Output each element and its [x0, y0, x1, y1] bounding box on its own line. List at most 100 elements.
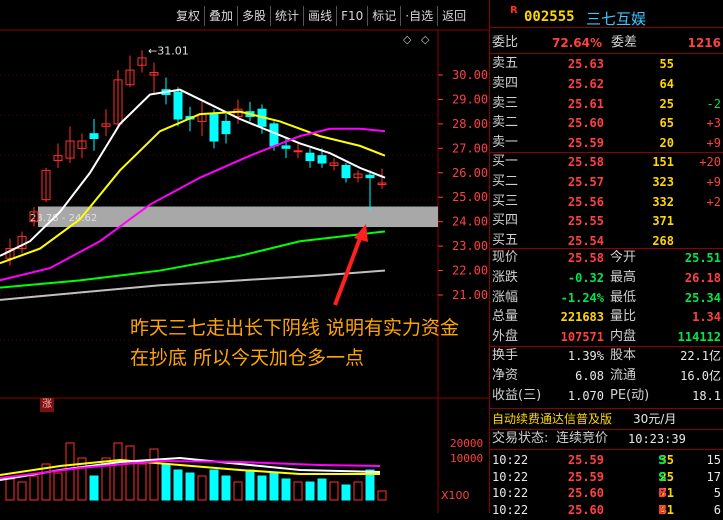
finance-label: PE(动)	[610, 387, 650, 403]
volume-bar	[305, 481, 315, 501]
ask-volume: 25	[659, 96, 674, 111]
quote-value: 25.58	[567, 251, 604, 265]
candle-body	[293, 150, 303, 153]
volume-bar	[245, 469, 255, 501]
tick-side: B	[658, 502, 668, 517]
price-tick-label: 27.00	[452, 141, 488, 155]
candle-body	[89, 133, 99, 140]
ma60-line	[0, 230, 386, 289]
rise-badge: 涨	[40, 398, 54, 412]
quote-label: 最低	[610, 289, 637, 305]
tick-count: 6	[713, 502, 721, 517]
trade-status-row: 交易状态: 连续竞价 10:23:39	[490, 429, 723, 449]
toolbar-button-statistics[interactable]: 统计	[271, 6, 305, 26]
bid-volume: 371	[652, 214, 674, 229]
ask-price: 25.61	[567, 96, 604, 111]
price-tick-label: 28.00	[452, 117, 488, 131]
price-tick-label: 24.00	[452, 215, 488, 229]
toolbar-button-mark[interactable]: 标记	[368, 6, 402, 26]
volume-bar	[149, 448, 159, 501]
quote-label: 内盘	[610, 329, 637, 345]
ask-row[interactable]: 卖一 25.59 20 +9	[490, 133, 723, 153]
ask-row[interactable]: 卖三 25.61 25 -2	[490, 94, 723, 114]
stock-name[interactable]: 三七互娱	[586, 8, 646, 29]
candle-body	[221, 120, 231, 135]
volume-bar	[341, 484, 351, 501]
finance-label: 收益(三)	[492, 387, 542, 403]
toolbar-button-f10[interactable]: F10	[337, 6, 369, 26]
toolbar-button-draw-line[interactable]: 画线	[304, 6, 338, 26]
bid-row[interactable]: 买二 25.57 323 +9	[490, 172, 723, 192]
quote-label: 现价	[492, 250, 519, 265]
finance-row: 收益(三) 1.070 PE(动) 18.1	[490, 386, 723, 406]
ask-row[interactable]: 卖四 25.62 64	[490, 74, 723, 94]
support-band	[38, 206, 438, 228]
quote-panel: R 002555 三七互娱 委比 72.64% 委差 1216 卖五 25.63 55 卖四 2…	[489, 0, 723, 517]
candle-body	[317, 155, 327, 164]
kline-chart[interactable]: 30.00 29.00 28.00 27.00 26.00 25.00 24.00 23.00…	[0, 0, 489, 513]
bid-price: 25.56	[567, 194, 604, 209]
kline-chart-area[interactable]: 30.00 29.00 28.00 27.00 26.00 25.00 24.00 23.00…	[0, 0, 489, 513]
finance-value: 22.1亿	[680, 349, 721, 363]
annotation-text: 昨天三七走出长下阴线 说明有实力资金在抄底 所以今天加仓多一点	[130, 317, 460, 369]
candle-body	[209, 113, 219, 142]
toolbar-button-back[interactable]: 返回	[438, 6, 470, 26]
candle-body	[341, 164, 351, 179]
finance-label: 流通	[610, 367, 637, 383]
quote-value: -0.32	[567, 270, 604, 285]
quote-label: 涨跌	[492, 269, 519, 285]
high-price-label: ←31.01	[148, 44, 189, 57]
promo-row[interactable]: 自动续费通达信普及版 30元/月	[490, 409, 723, 429]
diamond-icon: ◇	[421, 33, 430, 46]
tick-price: 25.60	[567, 502, 604, 517]
finance-label: 股本	[610, 348, 637, 363]
ratio-value: 72.64%	[552, 36, 602, 50]
bid-label: 买三	[492, 193, 519, 209]
volume-bar	[5, 478, 15, 501]
volume-tick-label: 20000	[450, 437, 483, 450]
tick-time: 10:22	[492, 502, 529, 517]
quote-label: 量比	[610, 309, 637, 325]
ask-row[interactable]: 卖五 25.63 55	[490, 54, 723, 74]
tick-row: 10:22 25.60 41 B 6	[490, 500, 723, 520]
toolbar-button-restore-rights[interactable]: 复权	[172, 6, 206, 26]
ask-change: -2	[706, 96, 721, 111]
finance-row: 换手 1.39% 股本 22.1亿	[490, 346, 723, 366]
volume-bar	[257, 475, 267, 501]
finance-label: 净资	[492, 367, 519, 383]
volume-bar	[233, 481, 243, 501]
bid-row[interactable]: 买三 25.56 332 +2	[490, 192, 723, 212]
ask-volume: 55	[659, 57, 674, 71]
finance-value: 1.070	[567, 388, 604, 403]
volume-bar	[269, 472, 279, 501]
bid-row[interactable]: 买四 25.55 371	[490, 211, 723, 231]
bid-row[interactable]: 买一 25.58 151 +20	[490, 152, 723, 172]
toolbar-button-overlay[interactable]: 叠加	[205, 6, 239, 26]
price-tick-label: 23.00	[452, 239, 488, 253]
ask-price: 25.63	[567, 57, 604, 71]
promo-price: 30元/月	[633, 412, 677, 426]
candle-body	[281, 145, 291, 149]
quote-row: 涨跌 -0.32 最高 26.18	[490, 268, 723, 288]
candle-body	[173, 91, 183, 120]
quote-label: 总量	[492, 309, 519, 325]
quote-value: 114112	[677, 330, 721, 345]
finance-row: 净资 6.08 流通 16.0亿	[490, 366, 723, 386]
order-ratio-row: 委比 72.64% 委差 1216	[490, 33, 723, 53]
volume-bar	[317, 478, 327, 501]
toolbar-button-multi-stock[interactable]: 多股	[238, 6, 272, 26]
volume-bar	[137, 463, 147, 501]
quote-row: 涨幅 -1.24% 最低 25.34	[490, 288, 723, 308]
bid-label: 买一	[492, 154, 519, 169]
ask-row[interactable]: 卖二 25.60 65 +3	[490, 113, 723, 133]
ask-label: 卖四	[492, 75, 519, 91]
annotation-arrow	[333, 232, 364, 306]
toolbar-button-watchlist[interactable]: ·自选	[401, 6, 439, 26]
range-label: 23.78 - 24.62	[30, 213, 97, 224]
ma10-line	[0, 110, 386, 265]
price-tick-label: 26.00	[452, 166, 488, 180]
chart-toolbar: 复权 叠加 多股 统计 画线 F10 标记 ·自选 返回	[172, 6, 470, 26]
bid-label: 买二	[492, 173, 519, 189]
bid-change: +2	[706, 194, 721, 209]
stock-code[interactable]: 002555	[524, 9, 575, 25]
